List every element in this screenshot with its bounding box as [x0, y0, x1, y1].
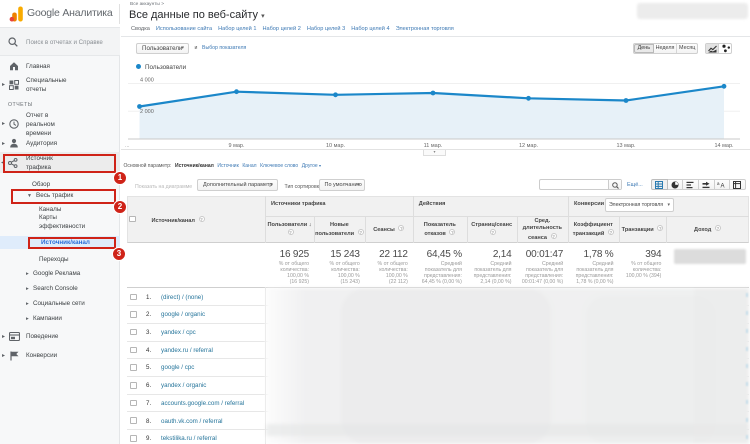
svg-text:A: A [721, 184, 725, 190]
svg-text:4 000: 4 000 [140, 78, 154, 84]
svg-text:2 000: 2 000 [140, 109, 154, 115]
